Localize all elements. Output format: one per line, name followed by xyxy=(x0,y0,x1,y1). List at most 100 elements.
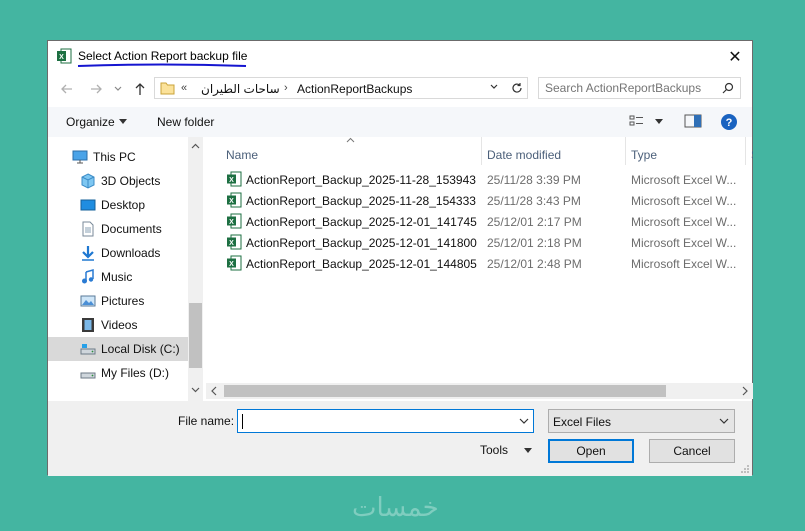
breadcrumb-current-folder[interactable]: ActionReportBackups xyxy=(297,82,412,96)
address-bar[interactable]: « ساحات الطيران › ActionReportBackups xyxy=(154,77,528,99)
file-type: Microsoft Excel W... xyxy=(631,194,737,208)
caret-down-icon[interactable] xyxy=(655,119,663,125)
back-button[interactable] xyxy=(59,81,75,97)
command-bar: Organize New folder ? xyxy=(48,107,752,137)
file-row[interactable]: X ActionReport_Backup_2025-11-28_153943 … xyxy=(206,169,753,190)
tools-button[interactable]: Tools xyxy=(480,443,508,457)
chevron-down-icon[interactable] xyxy=(191,385,200,394)
file-name: ActionReport_Backup_2025-11-28_154333 xyxy=(246,194,476,208)
file-list-horizontal-scrollbar[interactable] xyxy=(206,383,753,399)
tree-item-desktop[interactable]: Desktop xyxy=(48,193,188,217)
file-date: 25/12/01 2:48 PM xyxy=(487,257,582,271)
desktop-icon xyxy=(80,199,96,211)
preview-pane-icon[interactable] xyxy=(684,114,702,128)
chevron-down-icon[interactable] xyxy=(489,82,499,92)
nav-pane-scrollbar[interactable] xyxy=(188,137,203,401)
file-row[interactable]: X ActionReport_Backup_2025-12-01_144805 … xyxy=(206,253,753,274)
file-name-combobox[interactable] xyxy=(237,409,534,433)
resize-grip-icon[interactable] xyxy=(740,464,750,474)
file-type-select[interactable]: Excel Files xyxy=(548,409,735,433)
refresh-button[interactable] xyxy=(506,77,528,99)
text-caret xyxy=(242,414,243,429)
chevron-down-icon xyxy=(114,86,122,91)
file-type-value: Excel Files xyxy=(553,415,612,429)
excel-file-icon: X xyxy=(227,213,242,229)
chevron-down-icon[interactable] xyxy=(519,417,529,425)
column-header-type[interactable]: Type xyxy=(626,137,746,165)
svg-text:X: X xyxy=(59,54,64,61)
file-open-dialog: X Select Action Report backup file ✕ « س… xyxy=(47,40,753,476)
arrow-right-icon xyxy=(91,84,102,94)
cube-icon xyxy=(81,173,95,189)
scrollbar-thumb[interactable] xyxy=(189,303,202,368)
file-date: 25/11/28 3:39 PM xyxy=(487,173,581,187)
tree-item-local-disk-c[interactable]: Local Disk (C:) xyxy=(48,337,188,361)
column-header-date[interactable]: Date modified xyxy=(482,137,626,165)
file-date: 25/12/01 2:18 PM xyxy=(487,236,582,250)
arrow-up-icon xyxy=(135,83,145,95)
watermark: خمسات xyxy=(352,492,439,522)
file-date: 25/11/28 3:43 PM xyxy=(487,194,581,208)
close-button[interactable]: ✕ xyxy=(718,41,752,72)
file-name-input[interactable] xyxy=(241,413,515,431)
tree-item-music[interactable]: Music xyxy=(48,265,188,289)
search-input[interactable] xyxy=(541,80,719,96)
tree-item-label: Local Disk (C:) xyxy=(101,342,180,356)
breadcrumb-arabic-folder[interactable]: ساحات الطيران xyxy=(201,82,280,96)
column-label: Name xyxy=(226,148,259,162)
svg-text:?: ? xyxy=(726,117,733,129)
tree-item-my-files-d[interactable]: My Files (D:) xyxy=(48,361,188,385)
tree-item-this-pc[interactable]: This PC xyxy=(48,145,188,169)
open-button[interactable]: Open xyxy=(548,439,634,463)
file-row[interactable]: X ActionReport_Backup_2025-12-01_141745 … xyxy=(206,211,753,232)
tree-item-pictures[interactable]: Pictures xyxy=(48,289,188,313)
column-header-name[interactable]: Name xyxy=(206,137,482,165)
tree-item-label: Downloads xyxy=(101,246,161,260)
new-folder-button[interactable]: New folder xyxy=(157,115,214,129)
file-name: ActionReport_Backup_2025-11-28_153943 xyxy=(246,173,476,187)
computer-icon xyxy=(72,150,88,164)
scrollbar-thumb[interactable] xyxy=(224,385,666,397)
tree-item-downloads[interactable]: Downloads xyxy=(48,241,188,265)
file-date: 25/12/01 2:17 PM xyxy=(487,215,582,229)
forward-button[interactable] xyxy=(88,81,104,97)
tree-item-label: This PC xyxy=(93,150,136,164)
tree-item-label: Documents xyxy=(101,222,162,236)
dialog-title: Select Action Report backup file xyxy=(78,49,248,63)
recent-locations-button[interactable] xyxy=(113,81,123,97)
file-row[interactable]: X ActionReport_Backup_2025-12-01_141800 … xyxy=(206,232,753,253)
chevron-left-icon[interactable] xyxy=(210,385,219,397)
folder-icon xyxy=(160,82,175,95)
up-button[interactable] xyxy=(132,81,148,97)
title-bar: X Select Action Report backup file ✕ xyxy=(48,41,752,72)
tree-item-3d-objects[interactable]: 3D Objects xyxy=(48,169,188,193)
drive-icon xyxy=(80,344,96,355)
download-icon xyxy=(82,246,94,261)
column-header-size[interactable]: S xyxy=(746,137,753,165)
chevron-up-icon[interactable] xyxy=(191,142,200,151)
tree-item-label: My Files (D:) xyxy=(101,366,169,380)
view-options-icon[interactable] xyxy=(629,114,647,128)
tree-item-documents[interactable]: Documents xyxy=(48,217,188,241)
cancel-button-label: Cancel xyxy=(673,444,711,458)
chevron-down-icon xyxy=(719,418,729,424)
close-icon: ✕ xyxy=(728,48,742,66)
cancel-button[interactable]: Cancel xyxy=(649,439,735,463)
excel-file-icon: X xyxy=(227,192,242,208)
tree-item-label: Pictures xyxy=(101,294,145,308)
arrow-left-icon xyxy=(61,84,72,94)
caret-down-icon[interactable] xyxy=(119,119,127,125)
file-name: ActionReport_Backup_2025-12-01_141800 xyxy=(246,236,477,250)
sort-up-icon xyxy=(346,137,355,143)
search-box[interactable] xyxy=(538,77,741,99)
breadcrumb-separator-icon[interactable]: › xyxy=(284,82,288,94)
help-icon[interactable]: ? xyxy=(720,113,738,131)
caret-down-icon[interactable] xyxy=(524,448,532,454)
tree-item-videos[interactable]: Videos xyxy=(48,313,188,337)
overflow-icon[interactable]: « xyxy=(181,82,187,94)
svg-text:X: X xyxy=(229,219,234,226)
navigation-pane: This PC 3D Objects Desktop Documents Dow… xyxy=(48,137,203,401)
file-row[interactable]: X ActionReport_Backup_2025-11-28_154333 … xyxy=(206,190,753,211)
organize-button[interactable]: Organize xyxy=(66,115,115,129)
chevron-right-icon[interactable] xyxy=(740,385,749,397)
